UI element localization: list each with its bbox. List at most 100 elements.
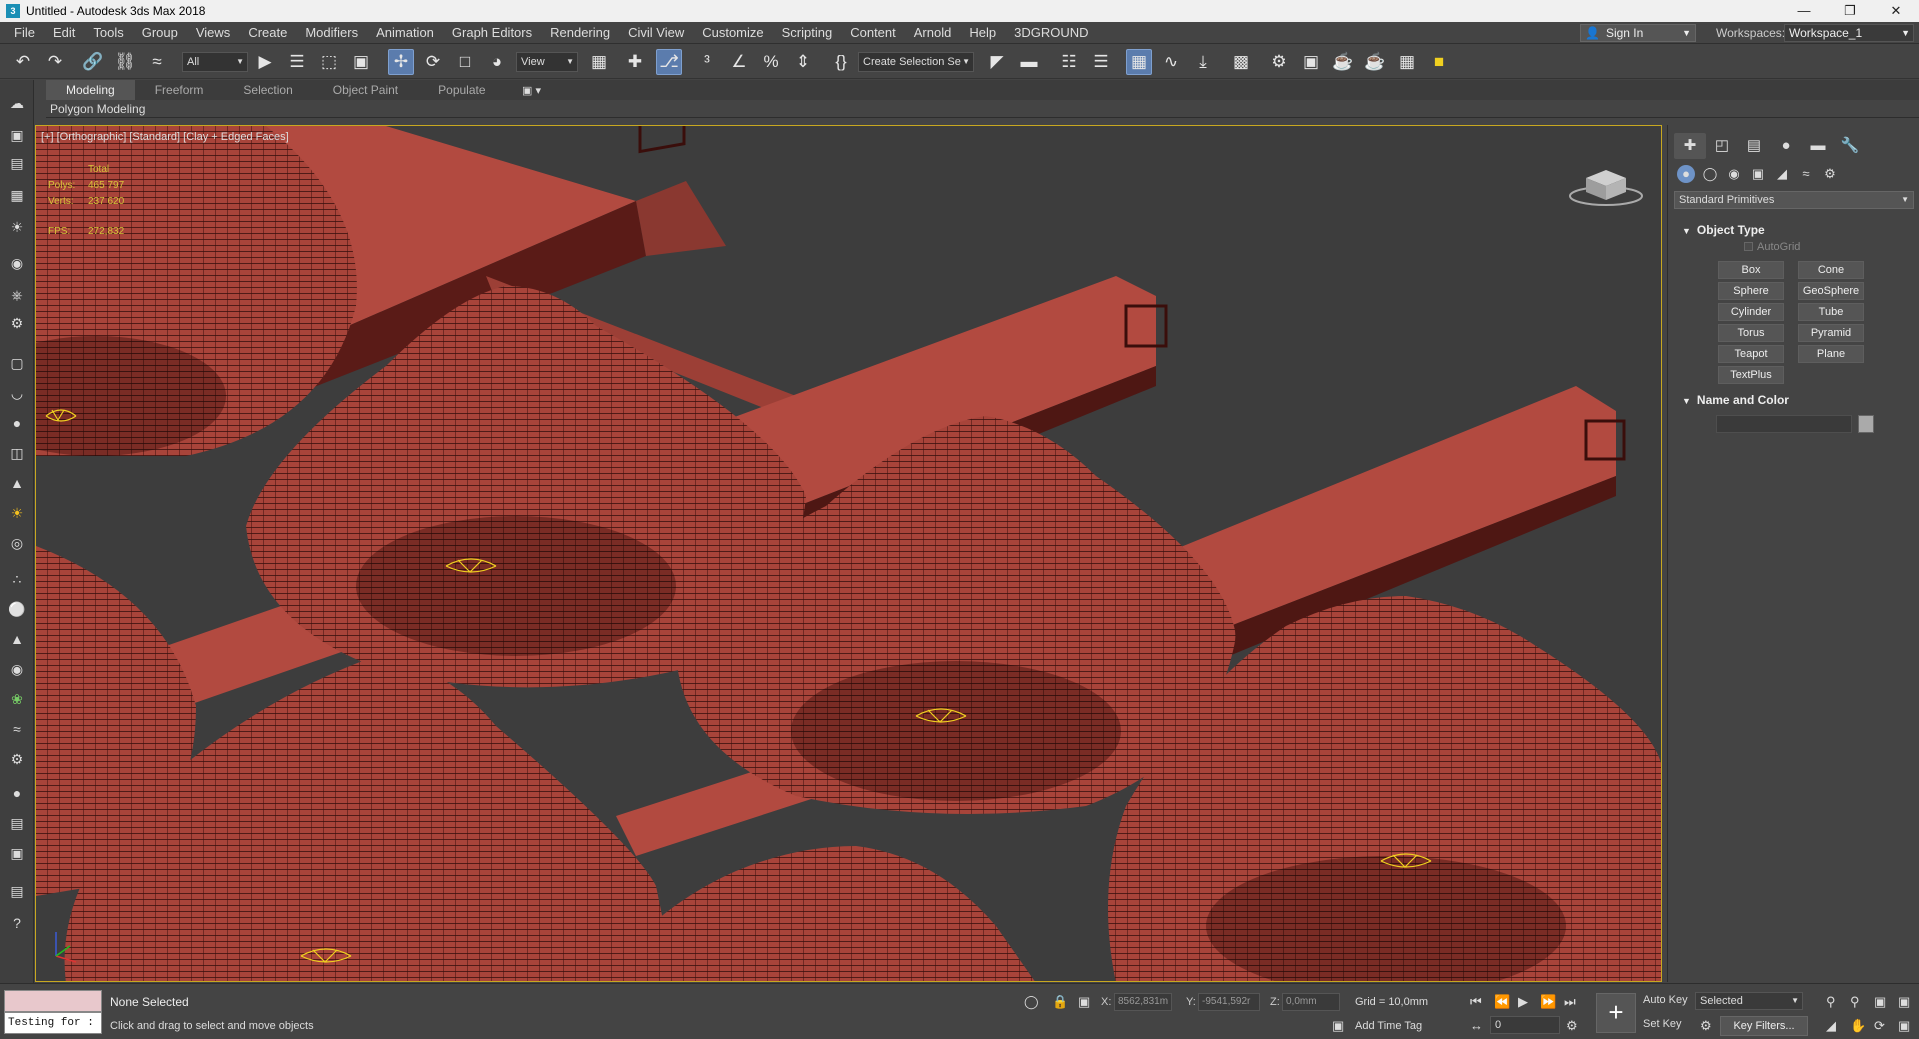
box-icon[interactable]: ▢ [6,352,28,374]
time-tag-icon[interactable]: ▣ [1332,1018,1344,1034]
angle-snap-icon[interactable]: ∠ [726,49,752,75]
systems-icon[interactable]: ⚙ [1818,163,1842,185]
tab-object-paint[interactable]: Object Paint [313,80,418,100]
layer-explorer-icon[interactable]: ☰ [1088,49,1114,75]
utilities-tab-icon[interactable]: 🔧 [1834,133,1866,159]
ribbon-options-icon[interactable]: ▣ ▾ [522,84,541,97]
menu-modifiers[interactable]: Modifiers [296,22,367,44]
toggle-ribbon-icon[interactable]: ▦ [1126,49,1152,75]
create-tab-icon[interactable]: ✚ [1674,133,1706,159]
time-config-icon[interactable]: ⚙ [1566,1018,1578,1034]
absolute-mode-icon[interactable]: ▣ [1078,994,1090,1010]
geometry-icon[interactable]: ● [1677,165,1695,183]
globe-icon[interactable]: ◉ [6,658,28,680]
close-icon[interactable]: ✕ [1873,0,1919,22]
workspace-select[interactable]: Workspace_1 ▼ [1784,24,1914,42]
y-coordinate-field[interactable]: -9541,592r [1198,993,1260,1011]
viewport-perspective[interactable]: [+] [Orthographic] [Standard] [Clay + Ed… [35,125,1662,982]
3dground-icon[interactable]: ■ [1426,49,1452,75]
sphere-icon[interactable]: ● [6,412,28,434]
redo-icon[interactable]: ↷ [42,49,68,75]
viewport-label[interactable]: [+] [Orthographic] [Standard] [Clay + Ed… [41,131,289,143]
bind-space-warp-icon[interactable]: ≈ [144,49,170,75]
key-filter-icon[interactable]: ⚙ [1700,1018,1712,1034]
menu-customize[interactable]: Customize [693,22,772,44]
pyramid-button[interactable]: Pyramid [1798,324,1864,342]
key-filters-button[interactable]: Key Filters... [1720,1016,1808,1036]
key-mode-icon[interactable]: ↔ [1470,1018,1483,1033]
add-time-tag[interactable]: Add Time Tag [1355,1020,1422,1032]
rectangular-selection-icon[interactable]: ⬚ [316,49,342,75]
tab-selection[interactable]: Selection [223,80,312,100]
menu-views[interactable]: Views [187,22,239,44]
maxscript-output[interactable] [4,990,102,1012]
x-coordinate-field[interactable]: 8562,831m [1114,993,1172,1011]
biped-icon[interactable]: ▲ [6,628,28,650]
z-coordinate-field[interactable]: 0,0mm [1282,993,1340,1011]
menu-arnold[interactable]: Arnold [905,22,961,44]
lights-icon[interactable]: ◉ [1722,163,1746,185]
render-setup-icon[interactable]: ⚙ [1266,49,1292,75]
select-and-move-icon[interactable]: ✢ [388,49,414,75]
tab-populate[interactable]: Populate [418,80,505,100]
textplus-button[interactable]: TextPlus [1718,366,1784,384]
render-production-icon[interactable]: ☕ [1330,49,1356,75]
teapot-button[interactable]: Teapot [1718,345,1784,363]
auto-key-button[interactable]: Auto Key [1643,994,1688,1006]
keyboard-shortcut-override-icon[interactable]: ⎇ [656,49,682,75]
rendered-frame-window-icon[interactable]: ▣ [1298,49,1324,75]
hemisphere-icon[interactable]: ◡ [6,382,28,404]
field-of-view-icon[interactable]: ◢ [1826,1018,1836,1034]
window-crossing-icon[interactable]: ▣ [348,49,374,75]
restore-icon[interactable]: ❐ [1827,0,1873,22]
sun-icon[interactable]: ☀ [6,502,28,524]
menu-civil-view[interactable]: Civil View [619,22,693,44]
shading-icon[interactable]: ▣ [6,842,28,864]
hair-icon[interactable]: ≈ [6,718,28,740]
object-type-rollout[interactable]: ▼ Object Type [1674,221,1914,239]
previous-frame-icon[interactable]: ⏪ [1494,994,1510,1010]
render-iterative-icon[interactable]: ☕ [1362,49,1388,75]
zoom-extents-all-icon[interactable]: ▣ [1898,994,1910,1010]
align-icon[interactable]: ▬ [1016,49,1042,75]
mirror-icon[interactable]: ◤ [984,49,1010,75]
list-icon[interactable]: ▦ [6,184,28,206]
menu-animation[interactable]: Animation [367,22,443,44]
menu-file[interactable]: File [0,22,44,44]
isolate-selection-icon[interactable]: ◯ [1024,994,1039,1010]
menu-edit[interactable]: Edit [44,22,84,44]
helpers-icon[interactable]: ◢ [1770,163,1794,185]
cameras-icon[interactable]: ▣ [1746,163,1770,185]
material-editor-icon[interactable]: ▩ [1228,49,1254,75]
object-color-swatch[interactable] [1858,415,1874,433]
help-icon[interactable]: ? [6,912,28,934]
orbit-icon[interactable]: ⟳ [1874,1018,1885,1034]
select-object-icon[interactable]: ▶ [252,49,278,75]
selection-filter-dropdown[interactable]: All ▼ [182,52,248,72]
sign-in-button[interactable]: 👤 Sign In ▼ [1580,24,1696,42]
hierarchy-tab-icon[interactable]: ▤ [1738,133,1770,159]
cylinder-button[interactable]: Cylinder [1718,303,1784,321]
light-icon[interactable]: ☀ [6,216,28,238]
select-manipulate-icon[interactable]: ✚ [622,49,648,75]
display-tab-icon[interactable]: ▬ [1802,133,1834,159]
box-button[interactable]: Box [1718,261,1784,279]
zoom-icon[interactable]: ⚲ [1826,994,1836,1010]
menu-3dground[interactable]: 3DGROUND [1005,22,1097,44]
viewport-layout-icon[interactable]: ☁ [6,92,28,114]
camera-icon[interactable]: ◉ [6,252,28,274]
render-icon[interactable]: ▤ [6,812,28,834]
percent-snap-icon[interactable]: % [758,49,784,75]
unlink-icon[interactable]: ⛓ [112,49,138,75]
spacewarp-icon[interactable]: ⚙ [6,312,28,334]
menu-scripting[interactable]: Scripting [773,22,842,44]
snaps-toggle-icon[interactable]: ³ [694,49,720,75]
edit-named-selection-icon[interactable]: {} [828,49,854,75]
modify-tab-icon[interactable]: ◰ [1706,133,1738,159]
selection-set-dropdown[interactable]: Selected ▼ [1695,992,1803,1010]
curve-editor-icon[interactable]: ∿ [1158,49,1184,75]
undo-icon[interactable]: ↶ [10,49,36,75]
scene-explorer-icon[interactable]: ☷ [1056,49,1082,75]
select-by-name-icon[interactable]: ☰ [284,49,310,75]
scene-icon[interactable]: ▤ [6,152,28,174]
